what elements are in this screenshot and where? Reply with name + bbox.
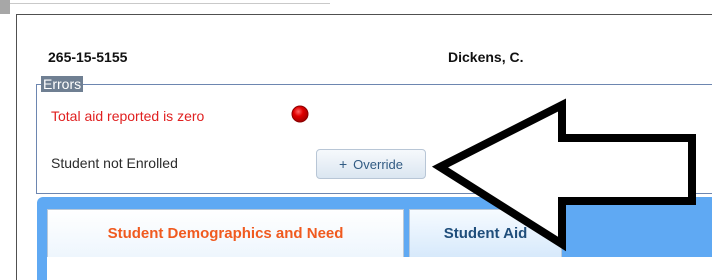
- stop-icon: [291, 105, 309, 123]
- screen-canvas: 265-15-5155 Dickens, C. Errors Total aid…: [0, 0, 712, 280]
- override-button-label: Override: [353, 156, 404, 172]
- student-name: Dickens, C.: [448, 49, 524, 65]
- plus-icon: +: [338, 156, 348, 172]
- tab-student-demographics-and-need[interactable]: Student Demographics and Need: [47, 209, 404, 257]
- override-button[interactable]: + Override: [316, 149, 426, 179]
- error-message-zero-aid: Total aid reported is zero: [51, 108, 205, 124]
- student-ssn: 265-15-5155: [48, 49, 128, 65]
- error-message-not-enrolled: Student not Enrolled: [51, 155, 178, 171]
- tab-content-area: [47, 257, 712, 280]
- window-edge: [0, 0, 10, 14]
- top-tab-area: [330, 0, 712, 15]
- tab-label: Student Demographics and Need: [107, 225, 344, 242]
- left-arrow-icon: [431, 98, 696, 252]
- errors-title: Errors: [41, 76, 84, 92]
